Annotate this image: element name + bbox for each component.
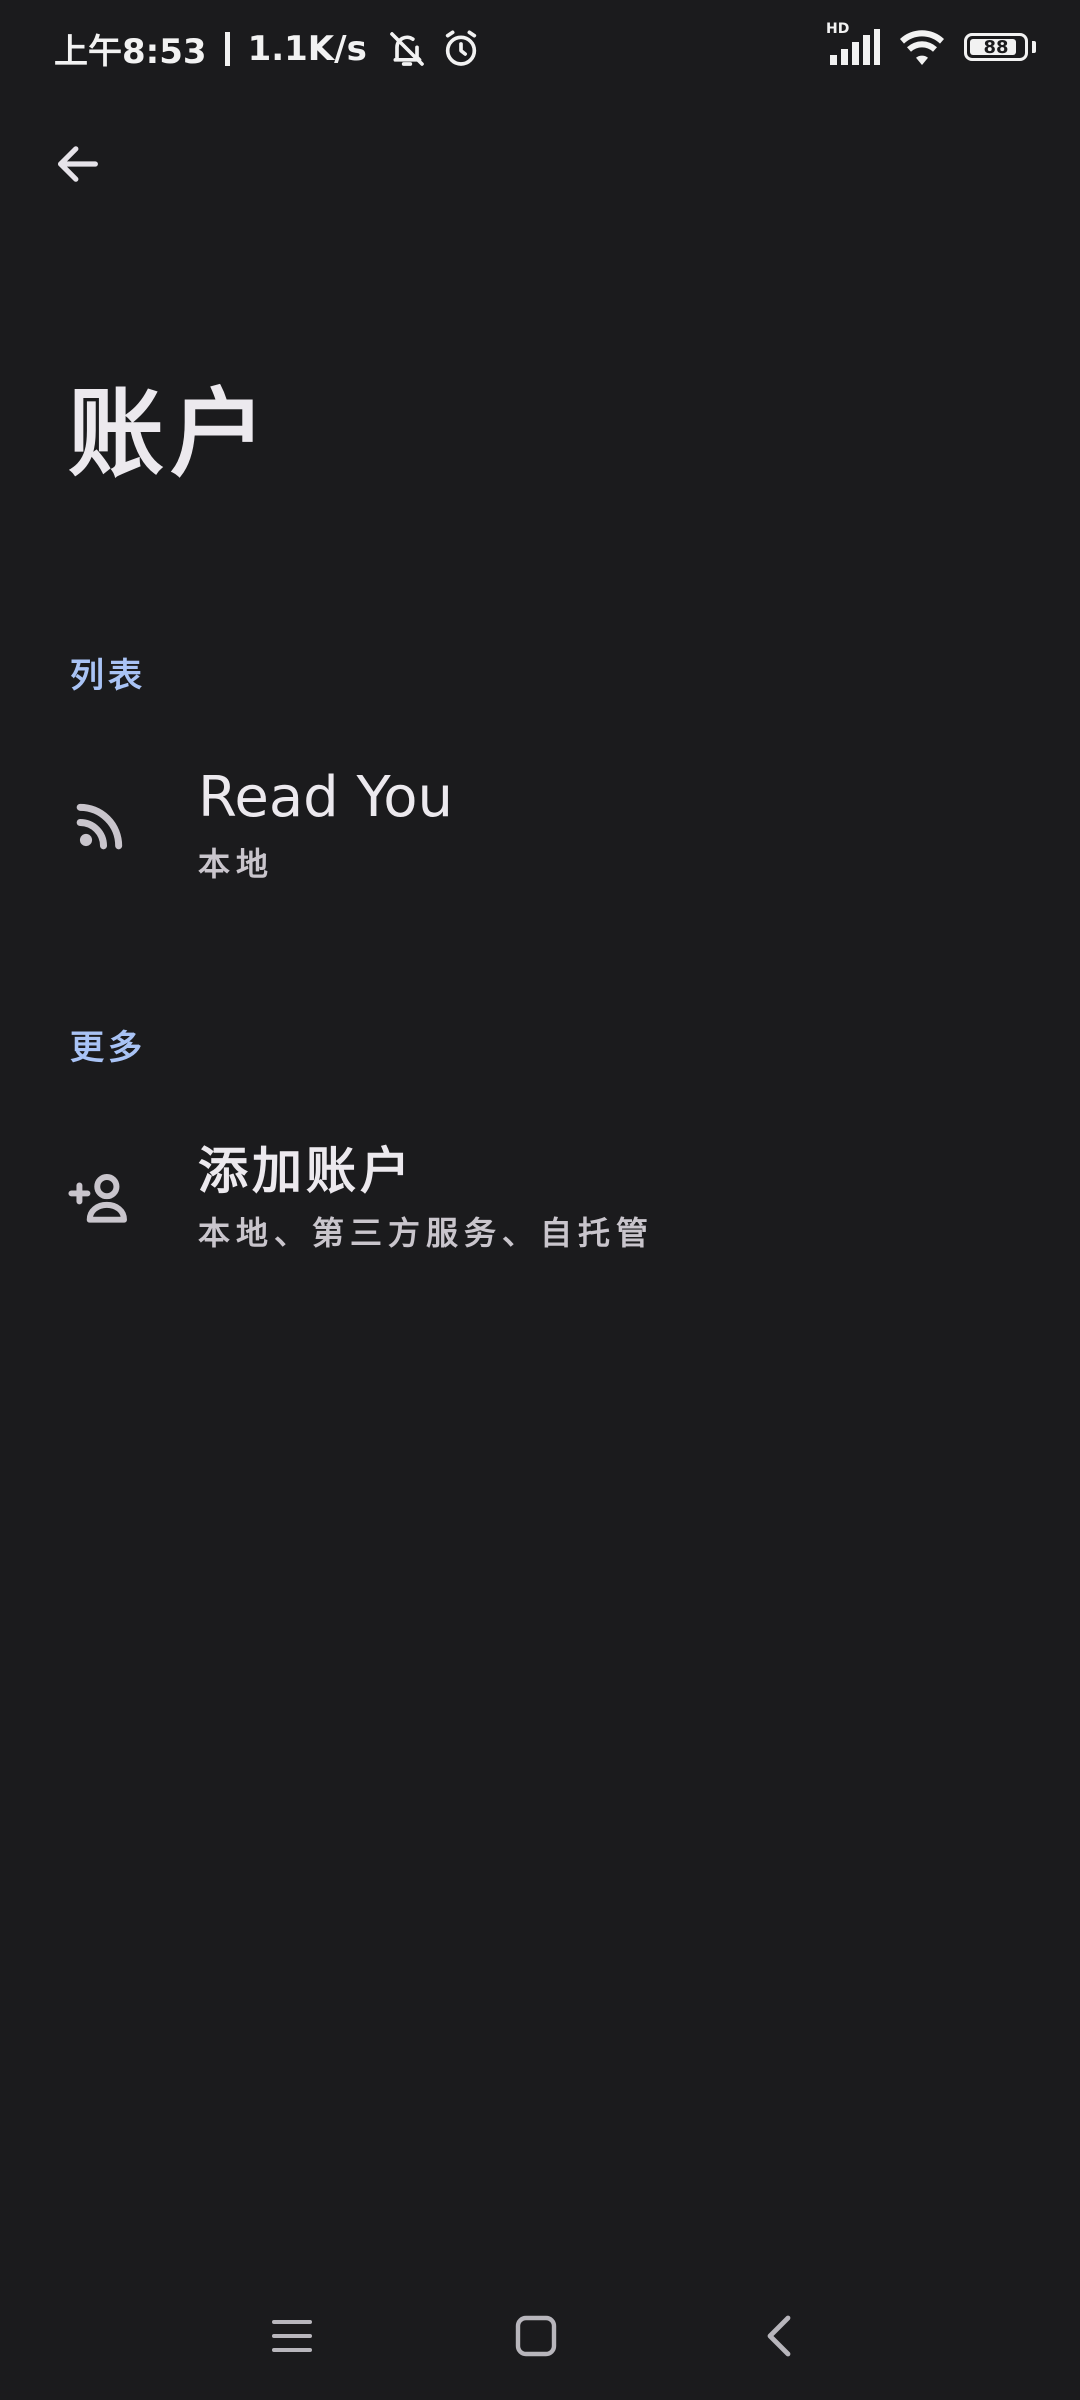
nav-menu-button[interactable] — [256, 2300, 328, 2372]
nav-back-button[interactable] — [744, 2300, 816, 2372]
battery-tip — [1032, 41, 1036, 53]
account-item-subtitle: 本地 — [198, 844, 275, 883]
menu-icon — [272, 2320, 312, 2352]
alarm-icon — [441, 29, 481, 69]
network-speed: 1.1K/s — [247, 28, 367, 69]
section-header-list: 列表 — [70, 656, 146, 696]
wifi-icon — [898, 28, 946, 66]
add-account-subtitle: 本地、第三方服务、自托管 — [198, 1213, 655, 1252]
add-person-icon — [64, 1162, 136, 1234]
arrow-back-icon — [58, 146, 98, 182]
add-account-texts: 添加账户 本地、第三方服务、自托管 — [198, 1143, 654, 1254]
system-nav-bar — [0, 2270, 1080, 2400]
add-account-item[interactable]: 添加账户 本地、第三方服务、自托管 — [0, 1118, 1080, 1278]
rss-icon — [64, 790, 136, 862]
account-item-texts: Read You 本地 — [198, 767, 453, 885]
page-title: 账户 — [68, 377, 272, 490]
signal-hd-label: HD — [826, 21, 850, 37]
status-separator — [224, 31, 230, 66]
account-item-read-you[interactable]: Read You 本地 — [0, 746, 1080, 906]
mute-icon — [387, 29, 427, 69]
battery-level: 88 — [983, 36, 1009, 58]
add-account-title: 添加账户 — [198, 1140, 414, 1200]
back-button[interactable] — [44, 130, 112, 198]
status-bar: 上午8:53 1.1K/s HD 88 — [0, 0, 1080, 100]
status-time: 上午8:53 — [54, 32, 207, 72]
chevron-left-icon — [767, 2315, 791, 2357]
battery-icon: 88 — [964, 33, 1028, 61]
section-header-more: 更多 — [70, 1028, 146, 1068]
nav-home-button[interactable] — [500, 2300, 572, 2372]
status-left: 上午8:53 1.1K/s — [54, 24, 481, 73]
status-right: HD 88 — [826, 21, 1036, 66]
cellular-signal-icon: HD — [826, 21, 880, 65]
app-root: 上午8:53 1.1K/s HD 88 账户 列表 Read You 本地 更多… — [0, 0, 1080, 2400]
account-item-title: Read You — [198, 765, 454, 831]
home-square-icon — [515, 2315, 557, 2357]
